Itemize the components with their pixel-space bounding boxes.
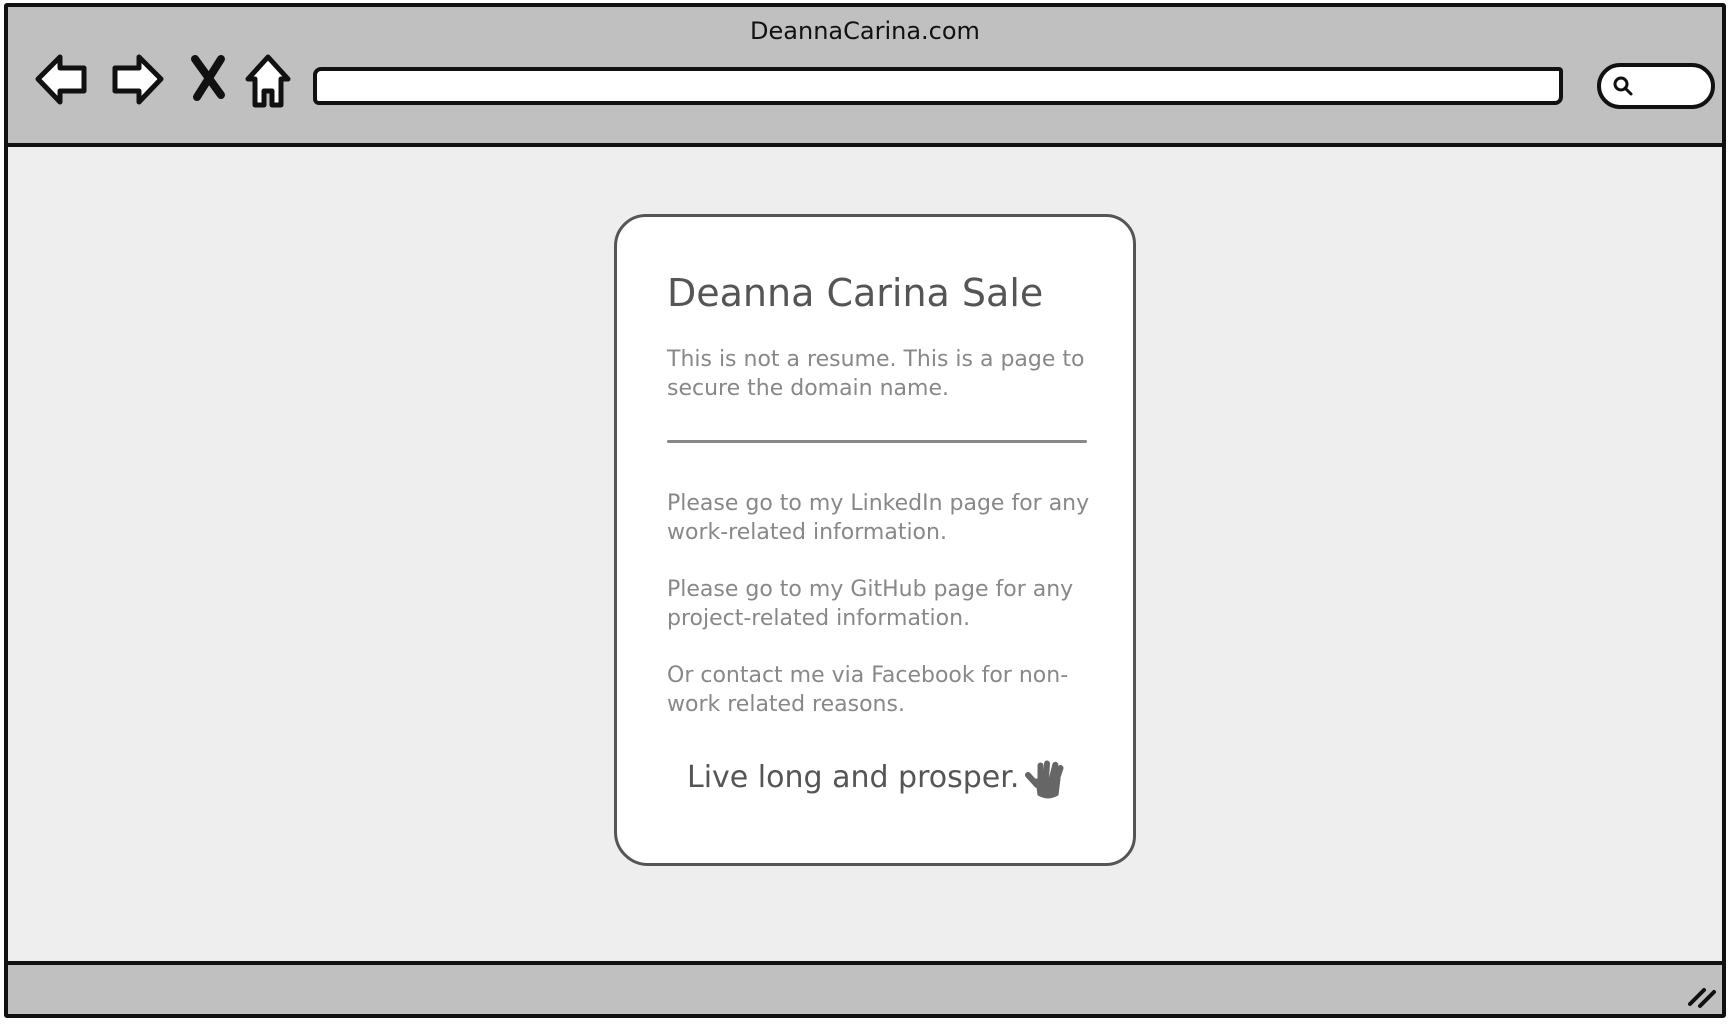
github-text: Please go to my GitHub page for any proj… [667, 577, 1074, 631]
sign-off-text: Live long and prosper. [687, 760, 1020, 795]
info-card: Deanna Carina Sale This is not a resume.… [614, 214, 1136, 866]
address-bar[interactable] [313, 67, 1563, 105]
linkedin-text: Please go to my LinkedIn page for any wo… [667, 491, 1090, 545]
back-button[interactable] [32, 49, 92, 109]
back-arrow-icon [35, 54, 87, 105]
close-x-icon [191, 55, 225, 101]
home-button[interactable] [238, 49, 298, 109]
browser-toolbar: DeannaCarina.com [8, 7, 1722, 147]
resize-grip-icon[interactable] [1684, 980, 1718, 1010]
page-title: Deanna Carina Sale [667, 271, 1044, 315]
status-bar [8, 961, 1722, 1014]
search-icon [1613, 76, 1633, 96]
home-icon [245, 54, 291, 108]
intro-text: This is not a resume. This is a page to … [667, 347, 1085, 401]
divider [667, 440, 1087, 443]
stop-button[interactable] [181, 49, 241, 109]
page-content: Deanna Carina Sale This is not a resume.… [8, 147, 1722, 969]
browser-window: DeannaCarina.com Deanna Carina Sale This… [4, 3, 1726, 1018]
forward-button[interactable] [107, 49, 167, 109]
window-title: DeannaCarina.com [750, 17, 980, 45]
facebook-text: Or contact me via Facebook for non-work … [667, 663, 1069, 717]
forward-arrow-icon [112, 54, 164, 105]
vulcan-salute-hand-icon [1025, 760, 1064, 799]
search-box[interactable] [1597, 63, 1715, 109]
